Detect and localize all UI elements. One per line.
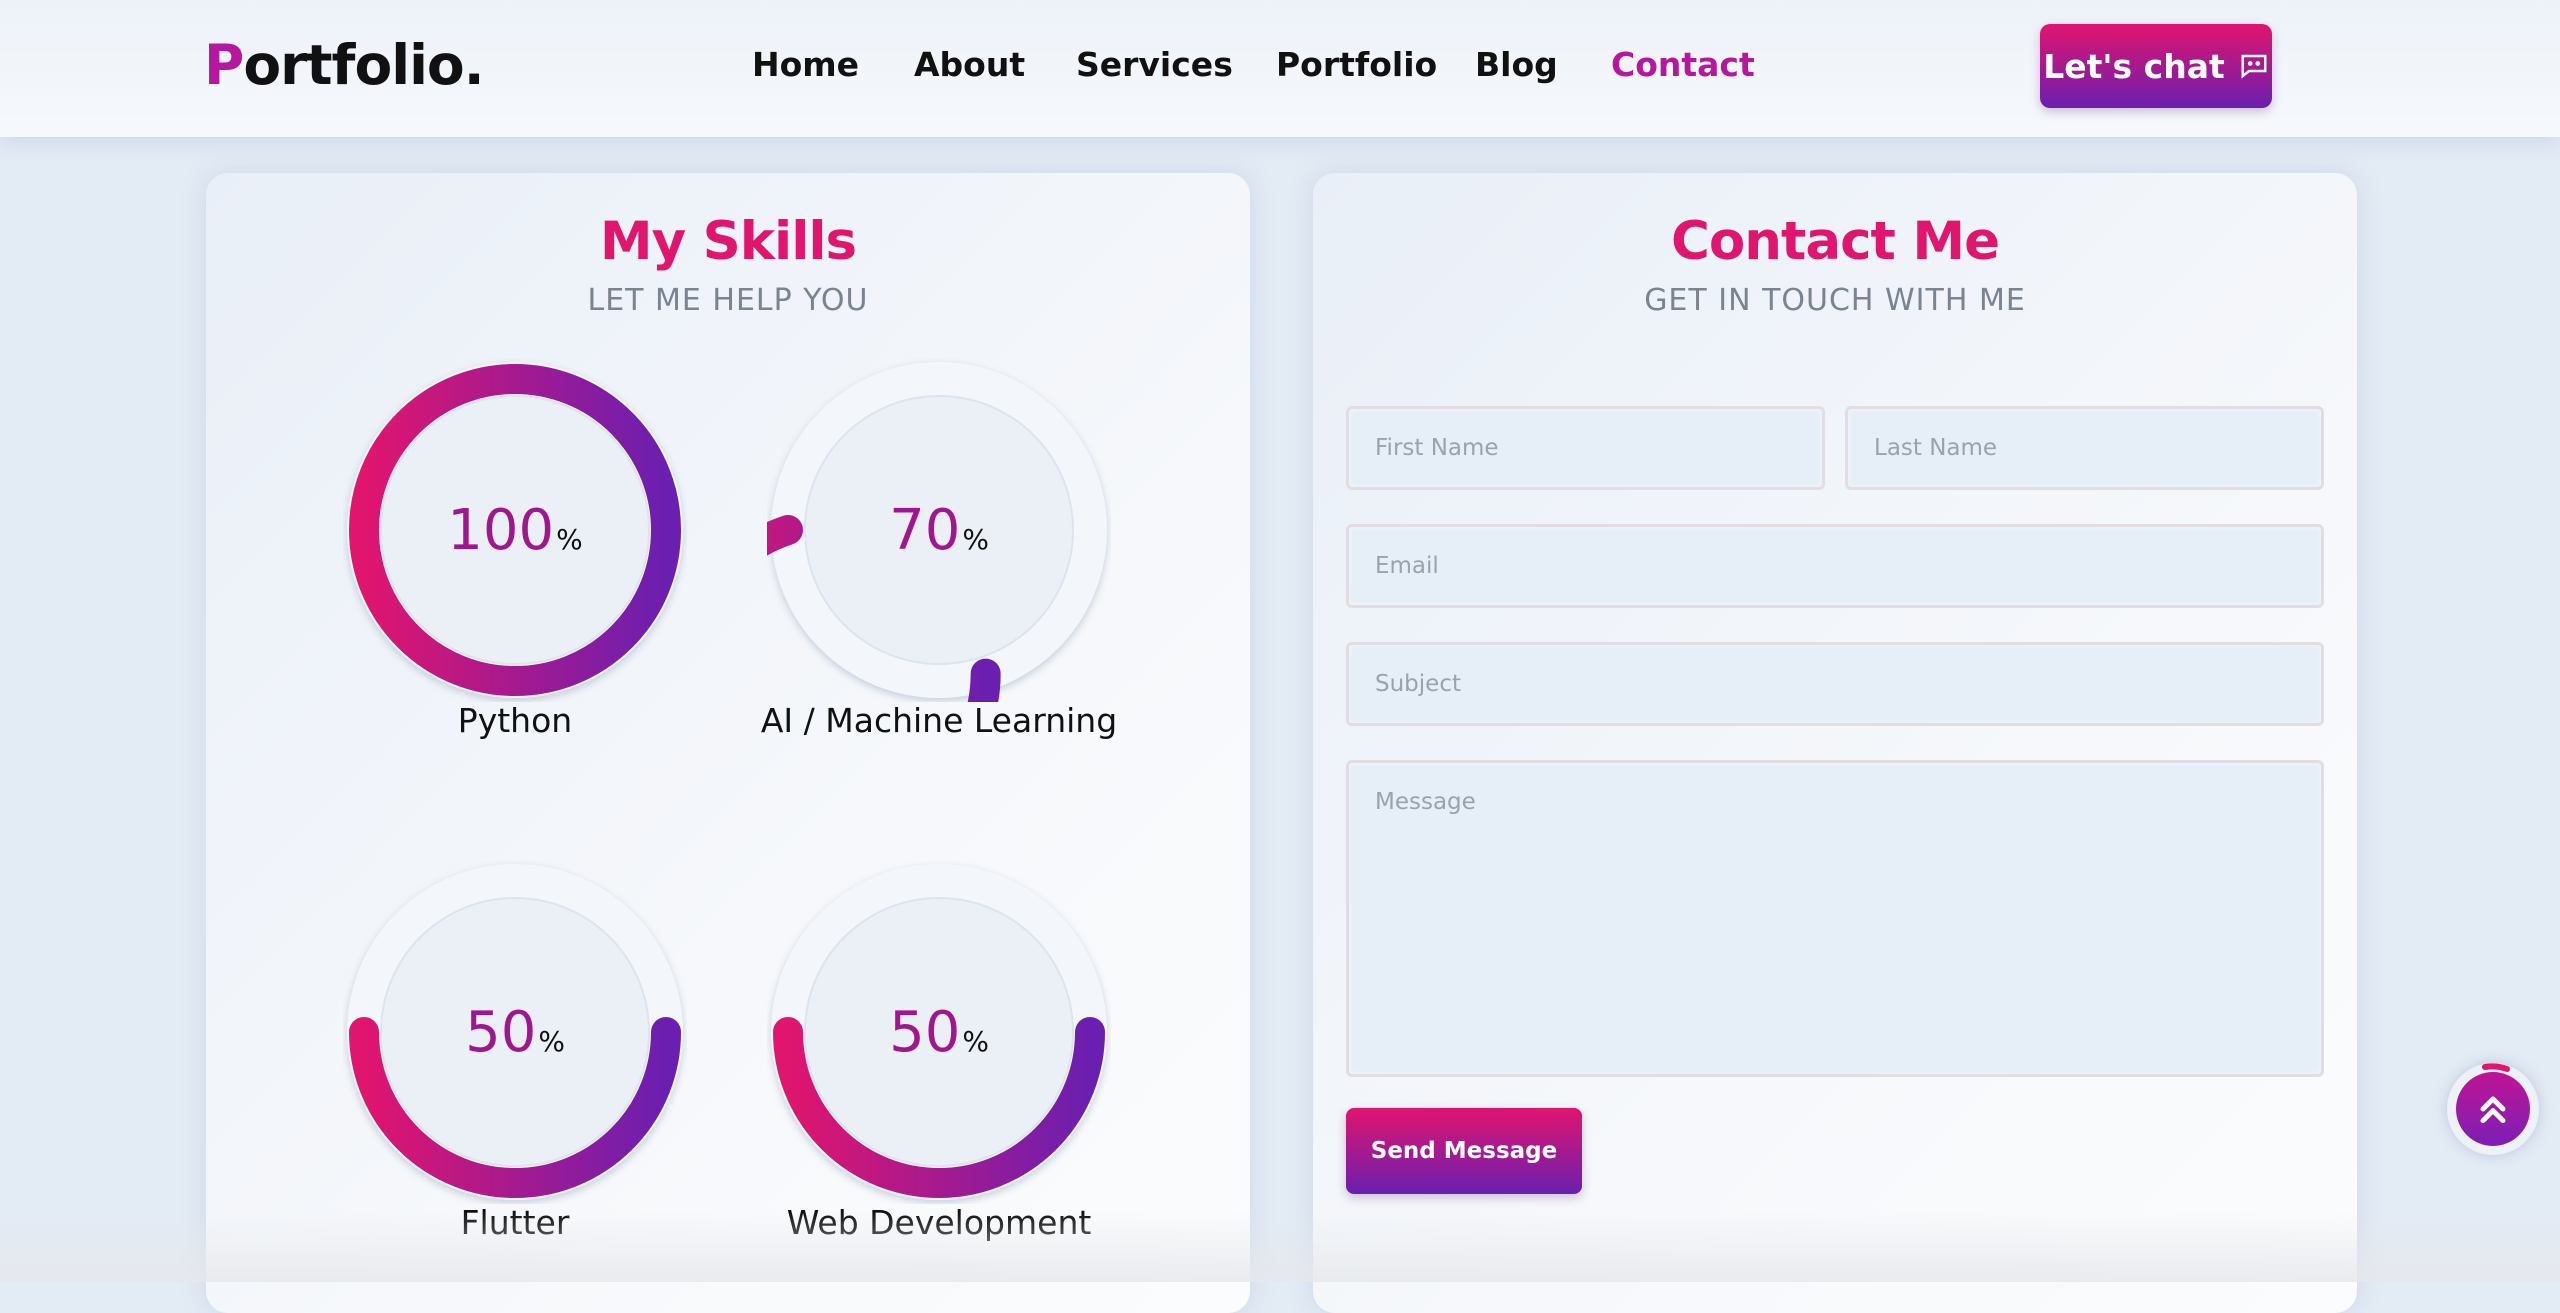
scroll-progress-indicator: [2482, 1063, 2510, 1072]
skill-name-python: Python: [457, 701, 573, 740]
skill-ring-ai-ml: 70%: [767, 358, 1111, 702]
skill-percent: 70%: [889, 497, 989, 563]
skill-name-ai-ml: AI / Machine Learning: [760, 701, 1118, 740]
skill-name-flutter: Flutter: [460, 1203, 570, 1242]
lets-chat-label: Let's chat: [2043, 46, 2225, 86]
lets-chat-button[interactable]: Let's chat: [2040, 24, 2272, 108]
nav-services[interactable]: Services: [1076, 40, 1233, 90]
skill-percent: 100%: [447, 497, 583, 563]
nav-portfolio[interactable]: Portfolio: [1276, 40, 1437, 90]
skill-ring-flutter: 50%: [343, 860, 687, 1204]
last-name-input[interactable]: [1845, 406, 2324, 490]
nav-home[interactable]: Home: [752, 40, 859, 90]
logo-initial: P: [204, 33, 244, 97]
email-input[interactable]: [1346, 524, 2324, 608]
skill-ring-python: 100%: [343, 358, 687, 702]
logo[interactable]: Portfolio.: [204, 30, 485, 100]
nav-contact[interactable]: Contact: [1611, 40, 1755, 90]
skill-percent: 50%: [465, 999, 565, 1065]
skill-name-web-dev: Web Development: [786, 1203, 1092, 1242]
nav-blog[interactable]: Blog: [1475, 40, 1558, 90]
skills-subtitle: LET ME HELP YOU: [587, 283, 869, 318]
nav-about[interactable]: About: [914, 40, 1025, 90]
chat-bubble-icon: [2241, 54, 2267, 79]
logo-text: ortfolio.: [243, 33, 484, 97]
skill-ring-web-dev: 50%: [767, 860, 1111, 1204]
site-header: Portfolio. Home About Services Portfolio…: [0, 0, 2560, 137]
skills-title: My Skills: [599, 211, 857, 272]
send-message-button[interactable]: Send Message: [1346, 1108, 1582, 1194]
contact-title: Contact Me: [1670, 211, 2000, 272]
subject-input[interactable]: [1346, 642, 2324, 726]
back-to-top-button[interactable]: [2447, 1063, 2539, 1155]
contact-subtitle: GET IN TOUCH WITH ME: [1644, 283, 2026, 318]
skill-percent: 50%: [889, 999, 989, 1065]
first-name-input[interactable]: [1346, 406, 1825, 490]
message-textarea[interactable]: [1346, 760, 2324, 1077]
skills-card: My Skills LET ME HELP YOU 100% Python 70…: [206, 173, 1250, 1313]
